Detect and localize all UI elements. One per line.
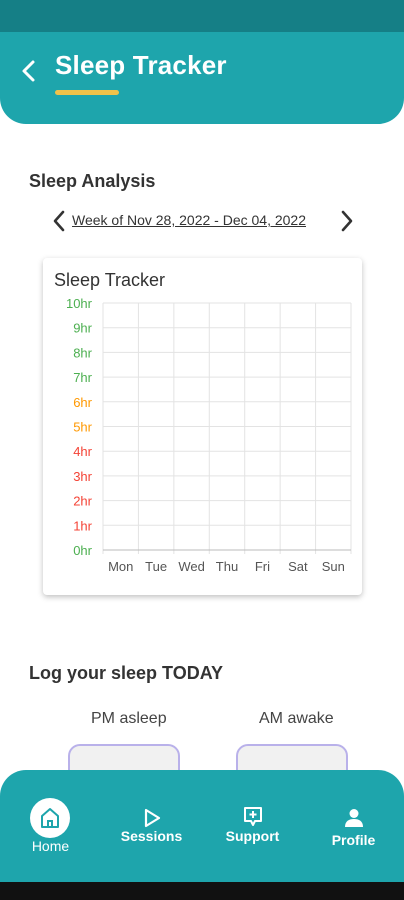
nav-sessions[interactable]: Sessions [101,770,202,882]
y-tick-label: 6hr [73,395,92,410]
page-title: Sleep Tracker [55,50,227,80]
am-awake-label: AM awake [259,710,334,727]
chevron-right-icon [341,210,353,232]
bottom-navigation: Home Sessions Support Profile [0,770,404,882]
x-tick-label: Sat [288,559,308,574]
nav-home-label: Home [31,838,70,854]
sleep-chart-card: Sleep Tracker 0hr 1hr 2hr 3hr 4hr 5hr 6hr 7hr 8h… [43,258,362,595]
log-sleep-heading: Log your sleep TODAY [29,663,224,683]
previous-week-button[interactable] [48,208,70,234]
y-tick-label: 0hr [73,543,92,558]
week-navigator: Week of Nov 28, 2022 - Dec 04, 2022 [48,206,358,236]
nav-sessions-label: Sessions [120,828,183,844]
y-tick-label: 4hr [73,444,92,459]
nav-profile-label: Profile [331,832,376,848]
x-tick-label: Wed [178,559,205,574]
sleep-chart: 0hr 1hr 2hr 3hr 4hr 5hr 6hr 7hr 8hr 9hr 10hr Mon Tue… [66,296,352,574]
sleep-analysis-heading: Sleep Analysis [29,171,156,191]
chevron-left-icon [22,60,35,82]
x-tick-label: Mon [108,559,133,574]
support-chat-icon [244,807,262,826]
y-tick-label: 9hr [73,321,92,336]
system-navigation-bar [0,882,404,900]
y-tick-label: 5hr [73,420,92,435]
y-tick-label: 1hr [73,518,92,533]
home-icon [41,808,59,828]
x-tick-label: Sun [322,559,345,574]
pm-asleep-label: PM asleep [91,710,167,727]
y-tick-label: 8hr [73,345,92,360]
header-bar: Sleep Tracker [0,32,404,124]
y-tick-label: 10hr [66,296,93,311]
nav-profile[interactable]: Profile [303,770,404,882]
status-bar [0,0,404,32]
nav-support-label: Support [225,828,280,844]
x-tick-label: Fri [255,559,270,574]
y-tick-label: 3hr [73,469,92,484]
chevron-left-icon [53,210,65,232]
week-range-label[interactable]: Week of Nov 28, 2022 - Dec 04, 2022 [72,212,306,228]
home-icon-circle [30,798,70,838]
y-tick-label: 7hr [73,370,92,385]
profile-icon [345,809,363,827]
nav-support[interactable]: Support [202,770,303,882]
next-week-button[interactable] [336,208,358,234]
back-button[interactable] [14,56,44,86]
nav-home[interactable]: Home [0,770,101,882]
x-tick-label: Thu [216,559,238,574]
title-underline [55,90,119,95]
play-icon [144,808,161,828]
x-tick-label: Tue [145,559,167,574]
y-tick-label: 2hr [73,494,92,509]
